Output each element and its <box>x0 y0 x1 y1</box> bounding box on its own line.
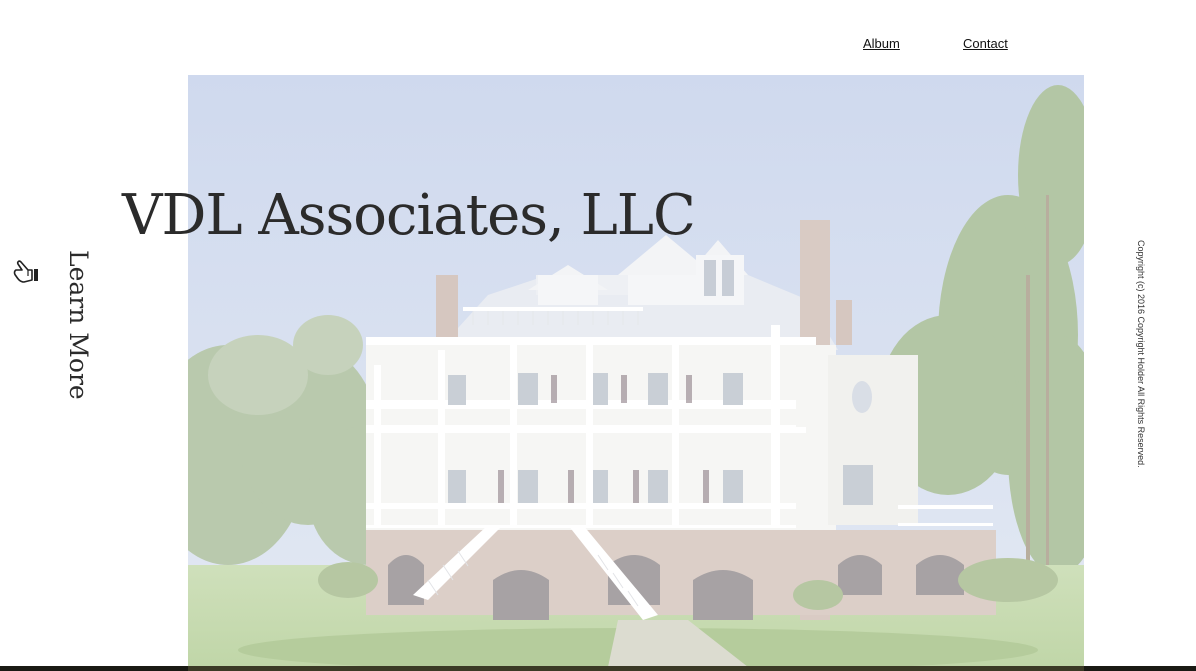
next-image-edge <box>188 666 1084 671</box>
bottom-image-strip <box>0 666 1196 671</box>
site-title: VDL Associates, LLC <box>122 183 696 248</box>
learn-more-label: Learn More <box>64 250 93 400</box>
copyright-text: Copyright (c) 2016 Copyright Holder All … <box>1136 240 1146 468</box>
nav-link-album[interactable]: Album <box>863 36 900 51</box>
top-nav: Album Contact <box>0 36 1196 56</box>
learn-more-button[interactable]: Learn More <box>8 248 108 400</box>
pointing-hand-icon <box>12 258 44 291</box>
nav-link-contact[interactable]: Contact <box>963 36 1008 51</box>
hero-image <box>188 75 1084 667</box>
